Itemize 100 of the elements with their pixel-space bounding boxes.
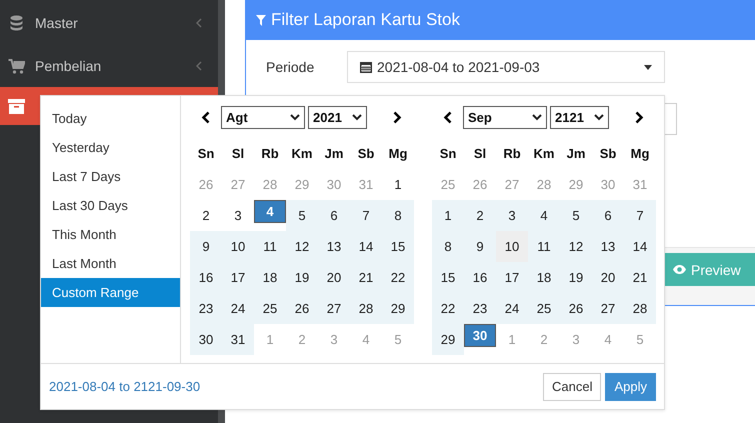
calendar-day[interactable]: 30 — [190, 324, 222, 355]
calendar-day[interactable]: 24 — [222, 293, 254, 324]
selected-range-text: 2021-08-04 to 2121-09-30 — [49, 379, 200, 394]
calendar-day[interactable]: 22 — [382, 262, 414, 293]
calendar-day[interactable]: 19 — [560, 262, 592, 293]
calendar-day[interactable]: 9 — [190, 231, 222, 262]
calendar-day[interactable]: 22 — [432, 293, 464, 324]
calendar-day[interactable]: 21 — [624, 262, 656, 293]
field-label: Periode — [265, 59, 316, 75]
weekday-label: Mg — [388, 145, 408, 163]
calendar-day[interactable]: 29 — [432, 324, 464, 355]
calendar-day[interactable]: 23 — [464, 293, 496, 324]
calendar-day[interactable]: 17 — [496, 262, 528, 293]
calendar-day[interactable]: 5 — [286, 200, 318, 231]
calendar-day[interactable]: 14 — [624, 231, 656, 262]
archive-icon — [8, 98, 25, 114]
chevron-down-icon — [290, 114, 300, 121]
month-select[interactable]: Agt — [221, 106, 305, 129]
calendar-day[interactable]: 19 — [286, 262, 318, 293]
calendar-day[interactable]: 20 — [318, 262, 350, 293]
sidebar-label: Pembelian — [35, 58, 102, 74]
chevron-down-icon — [352, 114, 362, 121]
chevron-left-icon[interactable] — [443, 111, 452, 124]
sidebar-label: Master — [35, 14, 79, 30]
calendar-day[interactable]: 1 — [432, 200, 464, 231]
date-range-field[interactable]: 2021-08-04 to 2021-09-03 — [347, 51, 665, 83]
calendar-day[interactable]: 12 — [560, 231, 592, 262]
calendar-day[interactable]: 10 — [222, 231, 254, 262]
calendar-day[interactable]: 7 — [624, 200, 656, 231]
calendar-day[interactable]: 27 — [318, 293, 350, 324]
calendar-day[interactable]: 23 — [190, 293, 222, 324]
calendar-day[interactable]: 15 — [432, 262, 464, 293]
range-option[interactable]: Last Month — [41, 249, 180, 278]
calendar-day[interactable]: 7 — [350, 200, 382, 231]
calendar-day[interactable]: 20 — [592, 262, 624, 293]
panel-title: Filter Laporan Kartu Stok — [271, 10, 460, 30]
sidebar-item[interactable]: Pembelian — [0, 45, 218, 87]
calendar-day[interactable]: 6 — [592, 200, 624, 231]
weekday-label: Mg — [630, 145, 650, 163]
range-option[interactable]: Yesterday — [41, 133, 180, 162]
calendar-day[interactable]: 11 — [528, 231, 560, 262]
calendar-day[interactable]: 8 — [432, 231, 464, 262]
calendar-day[interactable]: 8 — [382, 200, 414, 231]
calendar-day[interactable]: 9 — [464, 231, 496, 262]
calendar-day[interactable]: 21 — [350, 262, 382, 293]
calendar-day[interactable]: 14 — [350, 231, 382, 262]
chevron-right-icon[interactable] — [635, 111, 644, 124]
range-option[interactable]: Custom Range — [41, 278, 180, 307]
database-icon — [8, 14, 25, 30]
calendar-day[interactable]: 1 — [382, 169, 414, 200]
calendar-day[interactable]: 4 — [528, 200, 560, 231]
weekday-label: Sl — [230, 145, 246, 163]
calendar-day[interactable]: 26 — [286, 293, 318, 324]
calendar-day[interactable]: 24 — [496, 293, 528, 324]
range-option[interactable]: Last 30 Days — [41, 191, 180, 220]
weekday-label: Km — [532, 145, 556, 163]
calendar-day[interactable]: 25 — [254, 293, 286, 324]
calendar-day[interactable]: 17 — [222, 262, 254, 293]
sidebar-item[interactable]: Master — [0, 0, 218, 45]
weekday-label: Rb — [260, 145, 280, 163]
calendar-day[interactable]: 5 — [560, 200, 592, 231]
calendar-day[interactable]: 18 — [528, 262, 560, 293]
calendar-day[interactable]: 28 — [350, 293, 382, 324]
calendar-day[interactable]: 13 — [318, 231, 350, 262]
calendar-day[interactable]: 15 — [382, 231, 414, 262]
weekday-label: Sb — [356, 145, 376, 163]
calendar-day[interactable]: 2 — [464, 200, 496, 231]
calendar-day[interactable]: 2 — [190, 200, 222, 231]
weekday-label: Jm — [566, 145, 586, 163]
calendar-day[interactable]: 25 — [528, 293, 560, 324]
weekday-label: Sb — [598, 145, 618, 163]
calendar-day[interactable]: 13 — [592, 231, 624, 262]
range-option[interactable]: Today — [41, 104, 180, 133]
calendar-day[interactable]: 3 — [496, 200, 528, 231]
calendar-day[interactable]: 4 — [254, 200, 286, 223]
range-option[interactable]: Last 7 Days — [41, 162, 180, 191]
chevron-right-icon[interactable] — [393, 111, 402, 124]
calendar-day[interactable]: 12 — [286, 231, 318, 262]
calendar-day[interactable]: 16 — [464, 262, 496, 293]
chevron-left-icon[interactable] — [201, 111, 210, 124]
calendar-day[interactable]: 28 — [624, 293, 656, 324]
range-option[interactable]: This Month — [41, 220, 180, 249]
year-select[interactable]: 2121 — [550, 106, 609, 129]
calendar-day[interactable]: 11 — [254, 231, 286, 262]
calendar-day[interactable]: 16 — [190, 262, 222, 293]
calendar-day[interactable]: 26 — [560, 293, 592, 324]
apply-button[interactable]: Apply — [605, 372, 656, 400]
calendar-day[interactable]: 29 — [382, 293, 414, 324]
weekday-label: Sn — [438, 145, 458, 163]
calendar-day[interactable]: 31 — [222, 324, 254, 355]
calendar-icon — [360, 61, 372, 73]
calendar-day[interactable]: 27 — [592, 293, 624, 324]
calendar-day[interactable]: 10 — [496, 231, 528, 262]
month-select[interactable]: Sep — [463, 106, 547, 129]
calendar-day[interactable]: 6 — [318, 200, 350, 231]
cancel-button[interactable]: Cancel — [543, 372, 602, 400]
calendar-day[interactable]: 30 — [464, 324, 496, 347]
calendar-day[interactable]: 3 — [222, 200, 254, 231]
year-select[interactable]: 2021 — [308, 106, 367, 129]
calendar-day[interactable]: 18 — [254, 262, 286, 293]
